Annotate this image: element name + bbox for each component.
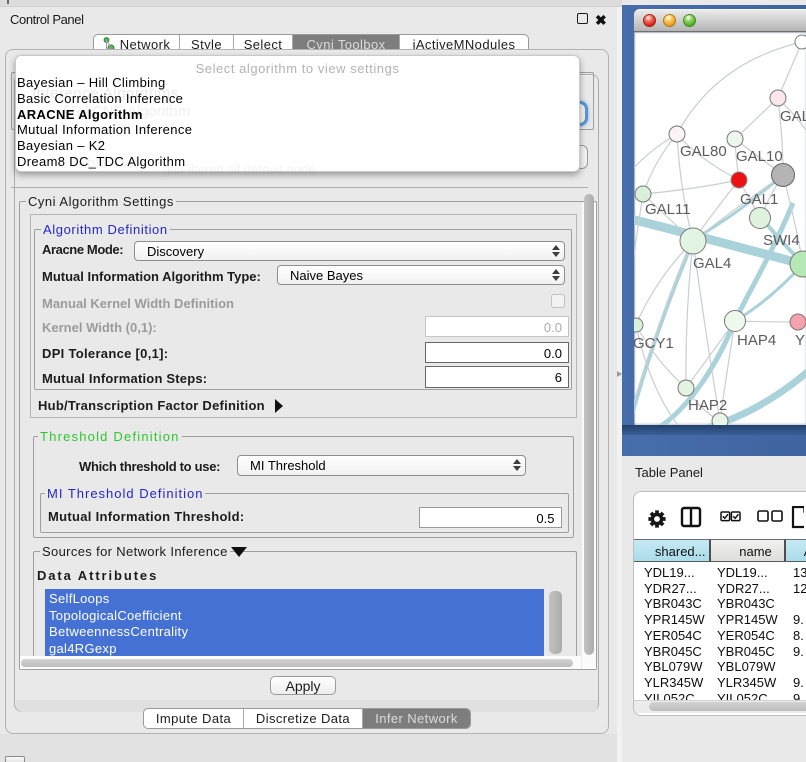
svg-text:GAL10: GAL10 xyxy=(736,148,783,165)
svg-text:GAL7: GAL7 xyxy=(780,108,806,125)
svg-text:GAL1: GAL1 xyxy=(740,191,778,208)
svg-text:GAL11: GAL11 xyxy=(645,201,691,218)
svg-text:SWI4: SWI4 xyxy=(763,232,800,249)
svg-text:GCY1: GCY1 xyxy=(634,335,674,352)
svg-text:GAL4: GAL4 xyxy=(693,255,731,272)
svg-text:GAL80: GAL80 xyxy=(680,143,727,160)
svg-text:HAP4: HAP4 xyxy=(737,332,776,349)
svg-text:HAP2: HAP2 xyxy=(688,397,727,414)
svg-text:Y: Y xyxy=(795,332,805,349)
